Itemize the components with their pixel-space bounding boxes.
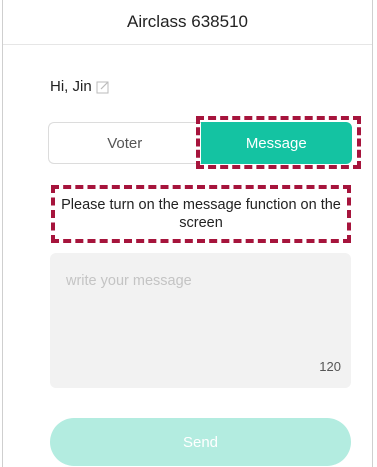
tab-voter[interactable]: Voter <box>48 122 201 164</box>
greeting: Hi, Jin <box>50 78 110 95</box>
page-title: Airclass 638510 <box>127 12 248 31</box>
char-count: 120 <box>319 359 341 374</box>
greeting-text: Hi, Jin <box>50 78 92 95</box>
header: Airclass 638510 <box>3 0 372 45</box>
message-placeholder: write your message <box>66 273 192 289</box>
app-frame: Airclass 638510 Hi, Jin Voter Message Pl… <box>2 0 373 467</box>
notice-message: Please turn on the message function on t… <box>51 185 351 243</box>
tab-message[interactable]: Message <box>200 122 352 164</box>
send-button[interactable]: Send <box>50 418 351 466</box>
message-input[interactable]: write your message 120 <box>50 253 351 388</box>
mode-tabs: Voter Message <box>48 122 352 164</box>
tab-voter-label: Voter <box>107 134 143 152</box>
notice-text: Please turn on the message function on t… <box>61 197 341 231</box>
tab-message-label: Message <box>245 134 307 152</box>
send-button-label: Send <box>182 433 219 451</box>
edit-icon[interactable] <box>96 80 110 94</box>
